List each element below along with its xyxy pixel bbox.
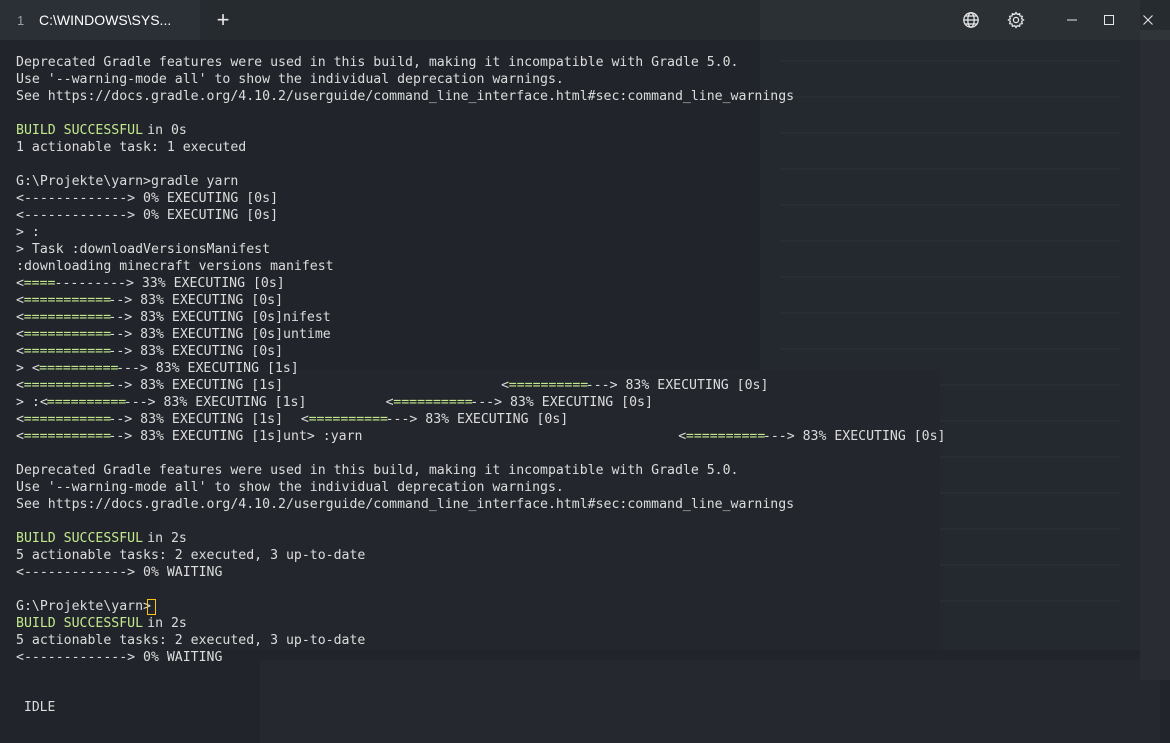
terminal-text: --> 83% EXECUTING [0s] bbox=[108, 293, 284, 308]
terminal-text: ---> 83% EXECUTING [0s] bbox=[385, 412, 569, 427]
terminal-text: :downloading minecraft versions manifest bbox=[16, 259, 334, 274]
terminal-text: ========== bbox=[39, 361, 119, 376]
terminal-text: ---> 83% EXECUTING [1s] bbox=[116, 361, 299, 376]
terminal-text: Use '--warning-mode all' to show the ind… bbox=[16, 480, 564, 495]
terminal-text: ========== bbox=[393, 395, 473, 410]
terminal-text: See https://docs.gradle.org/4.10.2/userg… bbox=[16, 89, 795, 104]
terminal-text: Deprecated Gradle features were used in … bbox=[16, 463, 739, 478]
terminal-text: Deprecated Gradle features were used in … bbox=[16, 55, 739, 70]
terminal-text: <-------------> 0% WAITING bbox=[16, 650, 223, 665]
terminal-text: in 0s bbox=[139, 123, 187, 138]
close-icon[interactable] bbox=[1136, 8, 1160, 32]
terminal-text: 1 actionable task: 1 executed bbox=[16, 140, 247, 155]
terminal-text: =========== bbox=[23, 412, 112, 427]
title-bar: 1 C:\WINDOWS\SYS... + bbox=[0, 0, 1170, 40]
terminal-text: in 2s bbox=[139, 531, 187, 546]
terminal-text: in 2s bbox=[139, 616, 187, 631]
terminal-text: --> 83% EXECUTING [1s] bbox=[108, 378, 284, 393]
terminal-text: G:\Projekte\yarn>gradle yarn bbox=[16, 174, 239, 189]
gear-icon[interactable] bbox=[1004, 8, 1028, 32]
terminal-text: ---> 83% EXECUTING [0s] bbox=[585, 378, 769, 393]
terminal-text: =========== bbox=[23, 293, 112, 308]
terminal-text: Use '--warning-mode all' to show the ind… bbox=[16, 72, 564, 87]
terminal-text: ========== bbox=[308, 412, 388, 427]
terminal-text: --> 83% EXECUTING [1s]unt> :yarn bbox=[108, 429, 363, 444]
tab-1[interactable]: 1 C:\WINDOWS\SYS... bbox=[0, 0, 200, 40]
minimize-icon[interactable] bbox=[1060, 8, 1084, 32]
new-tab-button[interactable]: + bbox=[210, 6, 236, 34]
terminal-text: BUILD SUCCESSFUL bbox=[16, 123, 144, 138]
terminal-text: <-------------> 0% EXECUTING [0s] bbox=[16, 208, 279, 223]
terminal-text: <-------------> 0% EXECUTING [0s] bbox=[16, 191, 279, 206]
terminal-text: > Task :downloadVersionsManifest bbox=[16, 242, 271, 257]
globe-icon[interactable] bbox=[959, 8, 983, 32]
tab-index: 1 bbox=[17, 12, 25, 28]
terminal-text: --> 83% EXECUTING [1s] bbox=[108, 412, 284, 427]
terminal-text: =========== bbox=[23, 327, 112, 342]
terminal-text: --> 83% EXECUTING [0s]nifest bbox=[108, 310, 331, 325]
terminal-text: > :< bbox=[16, 395, 48, 410]
terminal-text: ---> 83% EXECUTING [0s] bbox=[762, 429, 946, 444]
terminal-text: ==== bbox=[23, 276, 56, 291]
terminal-text: 5 actionable tasks: 2 executed, 3 up-to-… bbox=[16, 548, 366, 563]
terminal-text: > < bbox=[16, 361, 40, 376]
terminal-text: =========== bbox=[23, 344, 112, 359]
terminal-text: =========== bbox=[23, 310, 112, 325]
terminal-text: =========== bbox=[23, 378, 112, 393]
terminal-text: BUILD SUCCESSFUL bbox=[16, 616, 144, 631]
terminal-text: > : bbox=[16, 225, 40, 240]
terminal-text: 5 actionable tasks: 2 executed, 3 up-to-… bbox=[16, 633, 366, 648]
terminal-text: ========== bbox=[685, 429, 766, 444]
terminal-text: G:\Projekte\yarn> bbox=[16, 599, 151, 614]
maximize-icon[interactable] bbox=[1097, 8, 1121, 32]
status-text: IDLE bbox=[24, 700, 56, 715]
terminal-text: ---------> 33% EXECUTING [0s] bbox=[54, 276, 285, 291]
terminal-text: BUILD SUCCESSFUL bbox=[16, 531, 144, 546]
terminal-text: =========== bbox=[23, 429, 112, 444]
terminal-text: --> 83% EXECUTING [0s] bbox=[108, 344, 284, 359]
terminal-panel[interactable]: Deprecated Gradle features were used in … bbox=[0, 40, 1170, 743]
terminal-text: ---> 83% EXECUTING [0s] bbox=[470, 395, 653, 410]
terminal-text: ========== bbox=[46, 395, 127, 410]
terminal-text: <-------------> 0% WAITING bbox=[16, 565, 223, 580]
terminal-text: ========== bbox=[508, 378, 589, 393]
terminal-text: See https://docs.gradle.org/4.10.2/userg… bbox=[16, 497, 795, 512]
terminal-text: ---> 83% EXECUTING [1s] bbox=[123, 395, 307, 410]
terminal-text: --> 83% EXECUTING [0s]untime bbox=[108, 327, 331, 342]
tab-title: C:\WINDOWS\SYS... bbox=[39, 12, 172, 28]
